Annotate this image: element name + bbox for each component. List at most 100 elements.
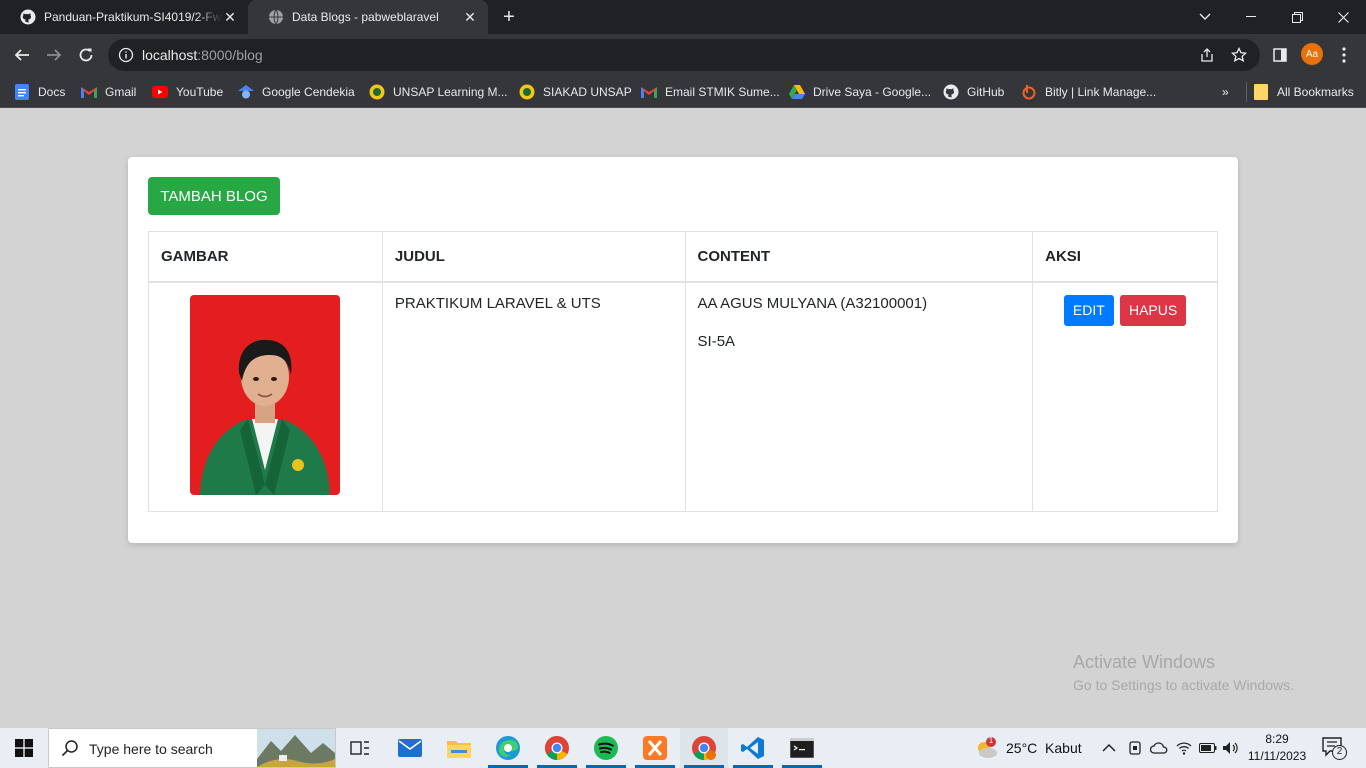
tab-data-blogs[interactable]: Data Blogs - pabweblaravel ✕ bbox=[248, 0, 488, 34]
folder-icon bbox=[1253, 84, 1269, 100]
xampp-icon[interactable] bbox=[631, 728, 679, 768]
terminal-icon[interactable] bbox=[778, 728, 826, 768]
bookmark-unsap-learning[interactable]: UNSAP Learning M... bbox=[369, 82, 508, 102]
scholar-icon bbox=[238, 84, 254, 100]
search-icon bbox=[61, 739, 79, 762]
taskbar: Type here to search 1 25°C Kabut 8:29 11… bbox=[0, 728, 1366, 768]
reload-icon[interactable] bbox=[72, 41, 100, 69]
close-icon[interactable]: ✕ bbox=[222, 9, 238, 25]
header-judul: JUDUL bbox=[381, 231, 686, 283]
content-cell: AA AGUS MULYANA (A32100001) SI-5A bbox=[684, 281, 1034, 512]
side-panel-icon[interactable] bbox=[1266, 41, 1294, 69]
new-tab-icon[interactable]: + bbox=[497, 6, 521, 28]
bookmark-google-cendekia[interactable]: Google Cendekia bbox=[238, 82, 355, 102]
mail-icon[interactable] bbox=[386, 728, 434, 768]
wifi-icon[interactable] bbox=[1176, 728, 1192, 768]
windows-start-icon[interactable] bbox=[0, 728, 48, 768]
restore-icon[interactable] bbox=[1274, 0, 1320, 34]
edge-icon[interactable] bbox=[484, 728, 532, 768]
header-content: CONTENT bbox=[684, 231, 1034, 283]
clock-time: 8:29 bbox=[1265, 732, 1289, 746]
close-icon[interactable]: ✕ bbox=[462, 9, 478, 25]
bookmark-label: Bitly | Link Manage... bbox=[1045, 85, 1157, 99]
back-icon[interactable] bbox=[8, 41, 36, 69]
bookmark-label: Google Cendekia bbox=[262, 85, 355, 99]
bitly-icon bbox=[1021, 84, 1037, 100]
bookmark-label: YouTube bbox=[176, 85, 224, 99]
edit-button[interactable]: EDIT bbox=[1063, 294, 1114, 326]
notification-icon: 2 bbox=[1322, 737, 1348, 760]
bookmark-github[interactable]: GitHub bbox=[943, 82, 1004, 102]
gmail-icon bbox=[641, 84, 657, 100]
aksi-cell: EDIT HAPUS bbox=[1032, 281, 1218, 512]
volume-icon[interactable] bbox=[1222, 728, 1238, 768]
bookmark-bitly[interactable]: Bitly | Link Manage... bbox=[1021, 82, 1156, 102]
globe-icon bbox=[268, 9, 284, 25]
delete-button[interactable]: HAPUS bbox=[1119, 294, 1187, 326]
weather-widget[interactable]: 1 25°C Kabut bbox=[974, 728, 1082, 768]
task-view-icon[interactable] bbox=[336, 728, 384, 768]
url-text: localhost:8000/blog bbox=[142, 47, 263, 63]
add-blog-button[interactable]: TAMBAH BLOG bbox=[148, 177, 280, 215]
tray-overflow-icon[interactable] bbox=[1102, 728, 1116, 768]
bookmarks-overflow-icon[interactable]: » bbox=[1222, 82, 1229, 102]
bookmark-label: Gmail bbox=[105, 85, 137, 99]
profile-avatar[interactable]: Aa bbox=[1301, 43, 1323, 65]
url-path: :8000/blog bbox=[197, 47, 263, 63]
notification-badge: 2 bbox=[1332, 745, 1347, 760]
tray-device-icon[interactable] bbox=[1128, 728, 1142, 768]
battery-icon[interactable] bbox=[1199, 728, 1217, 768]
bookmark-youtube[interactable]: YouTube bbox=[152, 82, 223, 102]
weather-text: 25°C Kabut bbox=[1006, 740, 1082, 756]
bookmark-docs[interactable]: Docs bbox=[14, 82, 65, 102]
blog-table: GAMBAR JUDUL CONTENT AKSI PRAKTIKUM LARA… bbox=[148, 231, 1218, 512]
bookmark-label: Docs bbox=[38, 85, 66, 99]
tab-panduan[interactable]: Panduan-Praktikum-SI4019/2-Fw ✕ bbox=[0, 0, 248, 34]
drive-icon bbox=[789, 84, 805, 100]
table-row: PRAKTIKUM LARAVEL & UTS AA AGUS MULYANA … bbox=[148, 281, 1218, 512]
chrome-icon[interactable] bbox=[533, 728, 581, 768]
url-host: localhost bbox=[142, 47, 198, 63]
unsap-icon bbox=[519, 84, 535, 100]
bookmarks-bar: Docs Gmail YouTube Google Cendekia UNSAP… bbox=[0, 76, 1366, 108]
site-info-icon[interactable] bbox=[118, 47, 134, 68]
bookmark-star-icon[interactable] bbox=[1230, 46, 1248, 64]
table-header-row: GAMBAR JUDUL CONTENT AKSI bbox=[148, 231, 1218, 283]
browser-toolbar: localhost:8000/blog Aa bbox=[0, 34, 1366, 76]
taskbar-search[interactable]: Type here to search bbox=[48, 728, 336, 768]
bookmark-drive[interactable]: Drive Saya - Google... bbox=[789, 82, 931, 102]
all-bookmarks[interactable]: All Bookmarks bbox=[1246, 82, 1354, 102]
forward-icon[interactable] bbox=[40, 41, 68, 69]
bookmark-email-stmik[interactable]: Email STMIK Sume... bbox=[641, 82, 780, 102]
close-window-icon[interactable] bbox=[1320, 0, 1366, 34]
vscode-icon[interactable] bbox=[729, 728, 777, 768]
clock[interactable]: 8:29 11/11/2023 bbox=[1244, 731, 1310, 765]
file-explorer-icon[interactable] bbox=[435, 728, 483, 768]
tab-search-icon[interactable] bbox=[1182, 0, 1228, 34]
menu-kebab-icon[interactable] bbox=[1330, 41, 1358, 69]
unsap-icon bbox=[369, 84, 385, 100]
share-icon[interactable] bbox=[1198, 46, 1216, 64]
onedrive-icon[interactable] bbox=[1150, 728, 1168, 768]
search-placeholder: Type here to search bbox=[89, 741, 213, 757]
docs-icon bbox=[14, 84, 30, 100]
header-aksi: AKSI bbox=[1032, 231, 1218, 283]
blog-card: TAMBAH BLOG GAMBAR JUDUL CONTENT AKSI PR… bbox=[128, 157, 1238, 543]
bookmark-label: Drive Saya - Google... bbox=[813, 85, 932, 99]
spotify-icon[interactable] bbox=[582, 728, 630, 768]
bookmark-siakad-unsap[interactable]: SIAKAD UNSAP bbox=[519, 82, 632, 102]
bookmark-label: SIAKAD UNSAP bbox=[543, 85, 632, 99]
gmail-icon bbox=[81, 84, 97, 100]
minimize-icon[interactable] bbox=[1228, 0, 1274, 34]
bookmark-gmail[interactable]: Gmail bbox=[81, 82, 136, 102]
address-bar[interactable]: localhost:8000/blog bbox=[108, 39, 1260, 71]
bookmark-label: UNSAP Learning M... bbox=[393, 85, 508, 99]
tab-title: Panduan-Praktikum-SI4019/2-Fw bbox=[44, 10, 222, 24]
blog-photo bbox=[190, 294, 341, 495]
activate-windows-watermark: Activate Windows Go to Settings to activ… bbox=[1073, 652, 1294, 693]
watermark-title: Activate Windows bbox=[1073, 652, 1216, 672]
chrome-profile-icon[interactable] bbox=[680, 728, 728, 768]
image-cell bbox=[148, 281, 383, 512]
clock-date: 11/11/2023 bbox=[1247, 749, 1307, 763]
notification-center[interactable]: 2 bbox=[1322, 728, 1348, 768]
